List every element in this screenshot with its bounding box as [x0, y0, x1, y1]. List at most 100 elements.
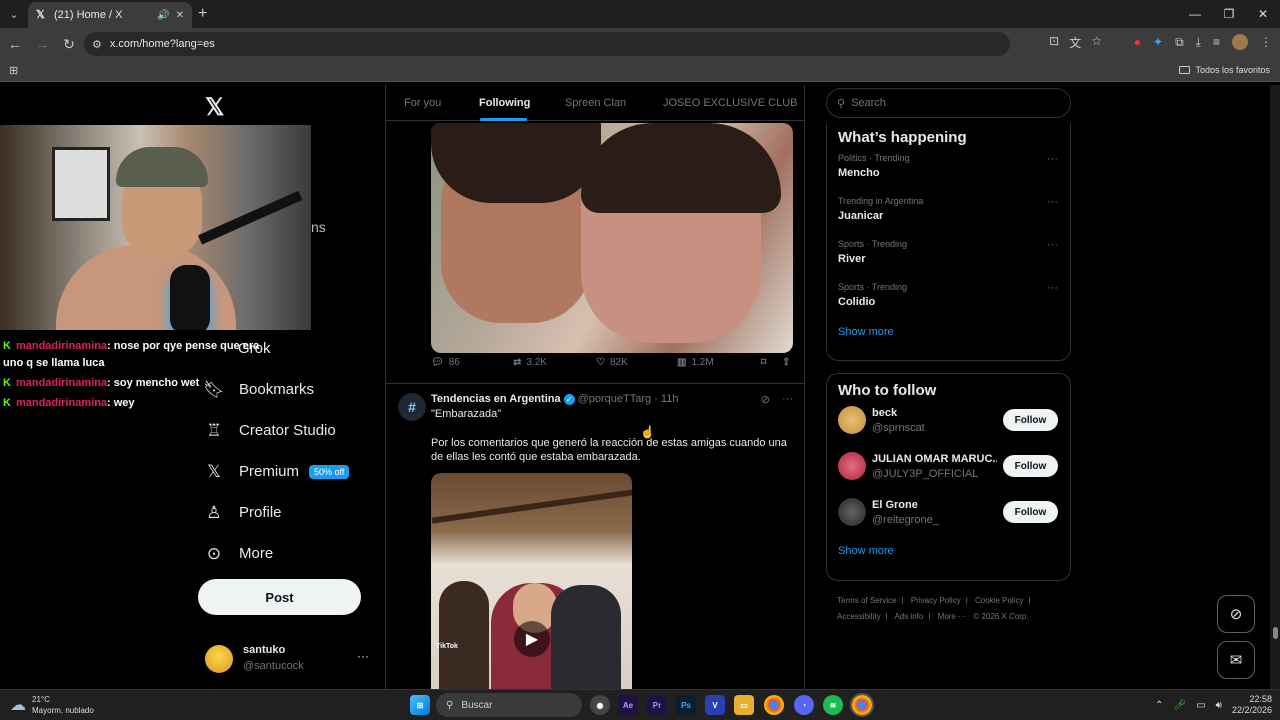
- sidebar-item-more[interactable]: ⊙ More: [203, 533, 383, 574]
- reload-button[interactable]: ↻: [57, 32, 81, 56]
- more-footer-link[interactable]: More ···: [938, 612, 966, 621]
- sidebar-item-profile[interactable]: ♙ Profile: [203, 492, 383, 533]
- translate-icon[interactable]: 文: [1069, 34, 1081, 51]
- browser-menu-icon[interactable]: ⋮: [1260, 35, 1272, 49]
- grok-icon[interactable]: ⊘: [761, 393, 770, 406]
- extension-red-icon[interactable]: ●: [1134, 35, 1141, 49]
- search-input[interactable]: ⚲ Search: [826, 88, 1071, 118]
- tab-following[interactable]: Following: [479, 85, 530, 109]
- trend-item[interactable]: Sports · Trending Colidio ···: [827, 275, 1070, 318]
- vegas-icon[interactable]: V: [705, 695, 725, 715]
- post-video[interactable]: [431, 123, 793, 353]
- webcam-person-cap: [116, 147, 208, 187]
- tab-audio-icon[interactable]: 🔊: [157, 10, 169, 21]
- trend-item[interactable]: Politics · Trending Mencho ···: [827, 146, 1070, 189]
- show-more-trends-link[interactable]: Show more: [827, 326, 1070, 338]
- trend-more-icon[interactable]: ···: [1047, 196, 1058, 208]
- bookmark-star-icon[interactable]: ☆: [1091, 34, 1102, 51]
- follow-suggestion[interactable]: El Grone @reitegrone_ Follow: [827, 491, 1070, 537]
- x-home-logo-icon[interactable]: 𝕏: [205, 93, 224, 122]
- author-handle[interactable]: @porqueTTarg: [578, 393, 652, 405]
- file-explorer-icon[interactable]: ▭: [734, 695, 754, 715]
- tab-for-you[interactable]: For you: [404, 85, 441, 109]
- share-button[interactable]: ⇪: [782, 357, 790, 368]
- obs-icon[interactable]: ◉: [590, 695, 610, 715]
- after-effects-icon[interactable]: Ae: [618, 695, 638, 715]
- omnibox[interactable]: ⚙ x.com/home?lang=es: [84, 32, 1010, 56]
- tab-spreen-clan[interactable]: Spreen Clan: [565, 85, 626, 109]
- messages-fab-icon[interactable]: ✉: [1217, 641, 1255, 679]
- views-button[interactable]: ▥ 1.2M: [677, 357, 714, 368]
- terms-link[interactable]: Terms of Service: [837, 596, 897, 605]
- reading-list-icon[interactable]: ≡: [1213, 35, 1220, 49]
- follow-button[interactable]: Follow: [1003, 501, 1058, 523]
- trend-more-icon[interactable]: ···: [1047, 282, 1058, 294]
- chrome-active-icon[interactable]: [850, 693, 874, 717]
- follow-suggestion[interactable]: beck @sprnscat Follow: [827, 399, 1070, 445]
- install-app-icon[interactable]: ⊡: [1049, 34, 1059, 51]
- network-icon[interactable]: ▭: [1196, 700, 1205, 711]
- post-video-2[interactable]: TikTok ▶: [431, 473, 632, 689]
- trend-item[interactable]: Sports · Trending River ···: [827, 232, 1070, 275]
- follow-button[interactable]: Follow: [1003, 455, 1058, 477]
- microphone-icon[interactable]: 🎤︎: [1173, 700, 1186, 711]
- windows-start-icon[interactable]: ⊞: [410, 695, 430, 715]
- photoshop-icon[interactable]: Ps: [676, 695, 696, 715]
- page-scrollbar[interactable]: [1270, 85, 1280, 689]
- grok-fab-icon[interactable]: ⊘: [1217, 595, 1255, 633]
- weather-widget[interactable]: ☁ 21°C Mayorm. nublado: [10, 694, 94, 716]
- more-circle-icon: ⊙: [206, 543, 222, 563]
- back-button[interactable]: ←: [3, 32, 27, 56]
- account-switcher[interactable]: santuko @santucock ···: [205, 641, 375, 677]
- author-name[interactable]: Tendencias en Argentina: [431, 393, 561, 405]
- extension-blue-icon[interactable]: ✦: [1153, 35, 1163, 49]
- minimize-button[interactable]: —: [1178, 0, 1212, 28]
- tray-overflow-icon[interactable]: ⌃: [1155, 700, 1163, 711]
- taskbar-search[interactable]: ⚲ Buscar: [436, 693, 582, 717]
- spotify-icon[interactable]: ≋: [823, 695, 843, 715]
- new-tab-button[interactable]: +: [198, 5, 207, 23]
- accessibility-link[interactable]: Accessibility: [837, 612, 881, 621]
- trend-item[interactable]: Trending in Argentina Juanicar ···: [827, 189, 1070, 232]
- repost-button[interactable]: ⇄ 3.2K: [513, 357, 547, 368]
- follow-suggestion[interactable]: JULIAN OMAR MARUC... @JULY3P_OFFICIAL Fo…: [827, 445, 1070, 491]
- scrollbar-thumb[interactable]: [1273, 627, 1278, 639]
- trend-more-icon[interactable]: ···: [1047, 239, 1058, 251]
- post-button[interactable]: Post: [198, 579, 361, 615]
- post-more-icon[interactable]: ···: [782, 393, 793, 406]
- show-more-suggestions-link[interactable]: Show more: [827, 545, 1070, 557]
- account-more-icon[interactable]: ···: [357, 649, 369, 663]
- like-button[interactable]: ♡ 82K: [596, 357, 628, 368]
- all-bookmarks-folder[interactable]: Todos los favoritos: [1179, 65, 1270, 75]
- reply-button[interactable]: 💬︎ 86: [431, 357, 460, 368]
- apps-grid-icon[interactable]: ⊞: [9, 64, 18, 77]
- play-icon[interactable]: ▶: [514, 621, 550, 657]
- close-window-button[interactable]: ✕: [1246, 0, 1280, 28]
- chrome-icon[interactable]: [764, 695, 784, 715]
- restore-button[interactable]: ❐: [1212, 0, 1246, 28]
- tab-close-icon[interactable]: ✕: [176, 10, 184, 21]
- site-info-icon[interactable]: ⚙: [92, 38, 102, 51]
- privacy-link[interactable]: Privacy Policy: [911, 596, 961, 605]
- downloads-icon[interactable]: ⤓: [1196, 35, 1201, 50]
- ads-info-link[interactable]: Ads info: [894, 612, 923, 621]
- x-favicon-icon: 𝕏: [36, 9, 45, 21]
- cookie-link[interactable]: Cookie Policy: [975, 596, 1023, 605]
- post-time[interactable]: · 11h: [654, 393, 678, 405]
- tab-joseo-exclusive-club[interactable]: JOSEO EXCLUSIVE CLUB: [663, 85, 798, 109]
- author-avatar-hashtag-icon[interactable]: #: [398, 393, 426, 421]
- extensions-puzzle-icon[interactable]: ⧉: [1175, 35, 1184, 50]
- bookmark-post-button[interactable]: ⌑: [761, 357, 766, 368]
- tab-search-button[interactable]: ⌄: [0, 0, 28, 28]
- discord-icon[interactable]: ◔: [794, 695, 814, 715]
- profile-avatar[interactable]: [1232, 34, 1248, 50]
- sidebar-item-premium[interactable]: 𝕏 Premium 50% off: [203, 451, 383, 492]
- sidebar-item-creator-studio[interactable]: ♖ Creator Studio: [203, 410, 383, 451]
- premiere-icon[interactable]: Pr: [647, 695, 667, 715]
- clock[interactable]: 22:58 22/2/2026: [1232, 694, 1272, 716]
- forward-button[interactable]: →: [30, 32, 54, 56]
- trend-more-icon[interactable]: ···: [1047, 153, 1058, 165]
- follow-button[interactable]: Follow: [1003, 409, 1058, 431]
- browser-tab[interactable]: 𝕏 (21) Home / X 🔊 ✕: [28, 2, 192, 28]
- volume-icon[interactable]: 🔊︎: [1216, 700, 1222, 711]
